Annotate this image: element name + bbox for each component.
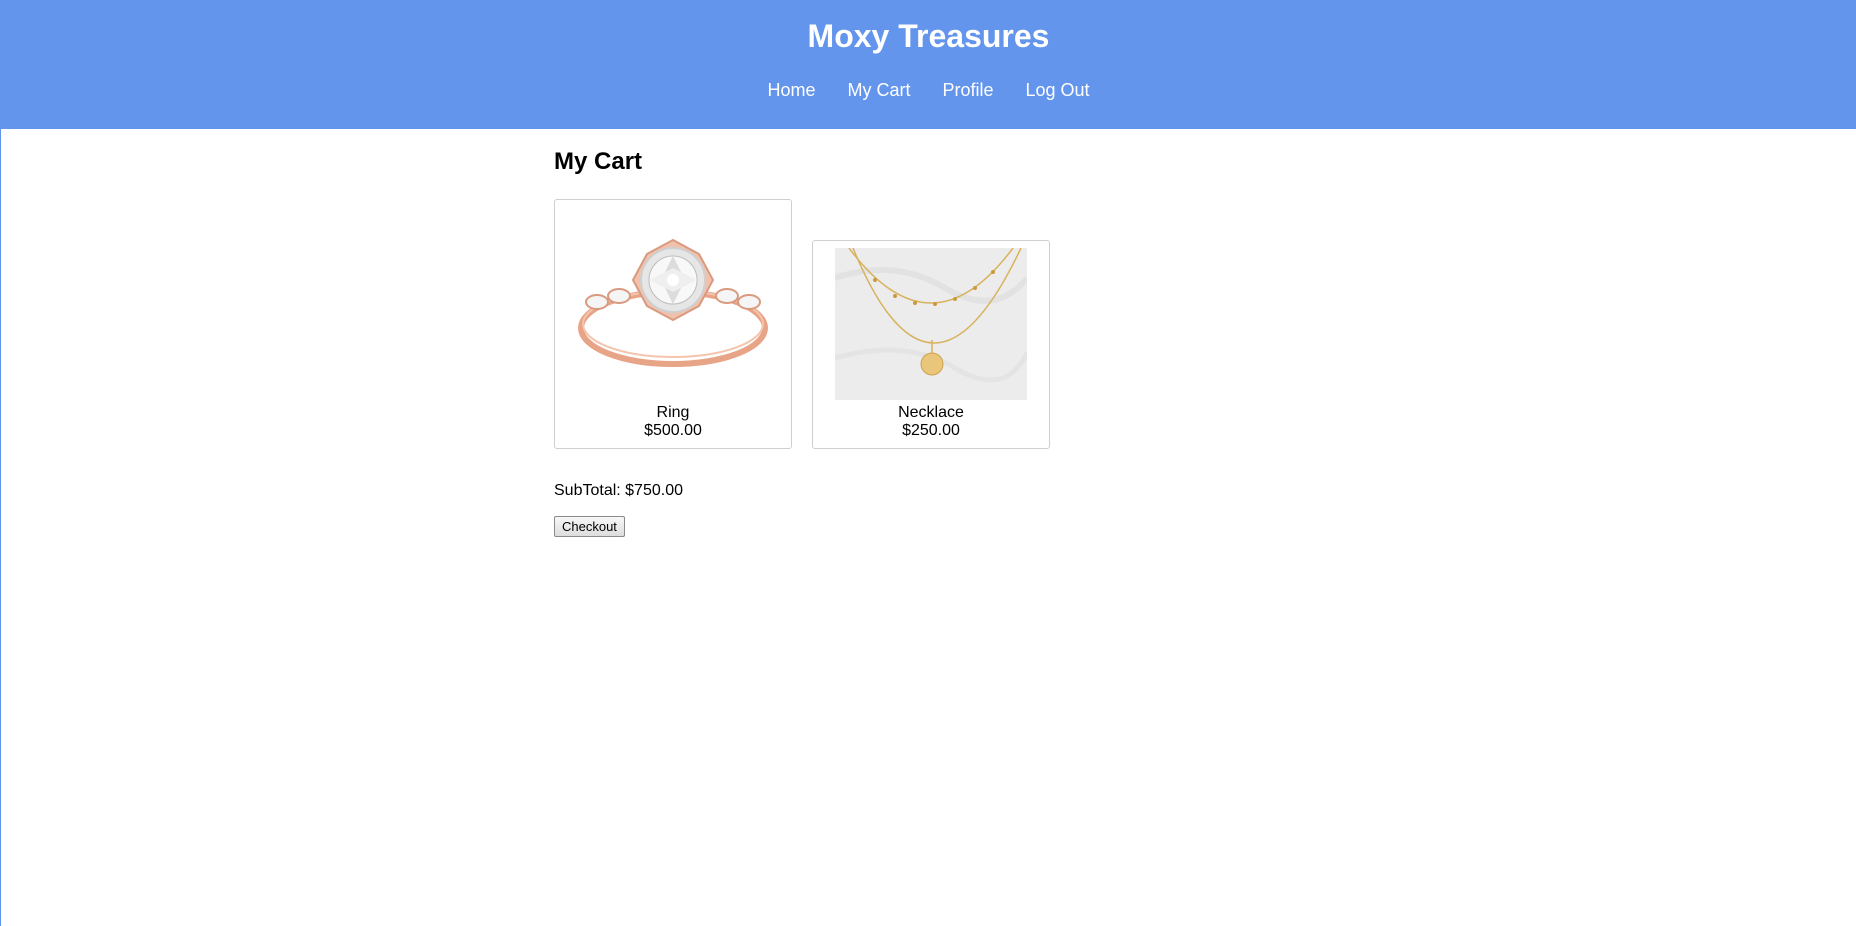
ring-image xyxy=(575,214,771,400)
cart-item-necklace: Necklace $250.00 xyxy=(812,240,1050,449)
cart-content: My Cart Ring $500.00 Necklace $250.00 Su… xyxy=(554,129,1354,537)
item-name: Ring xyxy=(656,404,690,421)
main-nav: Home My Cart Profile Log Out xyxy=(1,80,1856,100)
nav-profile-link[interactable]: Profile xyxy=(942,80,993,100)
site-title: Moxy Treasures xyxy=(807,18,1050,54)
item-name: Necklace xyxy=(898,404,964,421)
site-header: Moxy Treasures Home My Cart Profile Log … xyxy=(1,0,1856,129)
page-title: My Cart xyxy=(554,148,643,175)
subtotal: SubTotal: $750.00 xyxy=(554,482,683,499)
cart-items: Ring $500.00 Necklace $250.00 xyxy=(554,199,1354,449)
checkout-button[interactable]: Checkout xyxy=(554,516,625,537)
nav-home-link[interactable]: Home xyxy=(767,80,815,100)
item-price: $500.00 xyxy=(644,422,702,439)
cart-item-ring: Ring $500.00 xyxy=(554,199,792,449)
page: Moxy Treasures Home My Cart Profile Log … xyxy=(0,0,1856,926)
nav-my-cart-link[interactable]: My Cart xyxy=(847,80,910,100)
item-price: $250.00 xyxy=(902,422,960,439)
nav-log-out-link[interactable]: Log Out xyxy=(1026,80,1090,100)
necklace-image xyxy=(835,248,1027,400)
